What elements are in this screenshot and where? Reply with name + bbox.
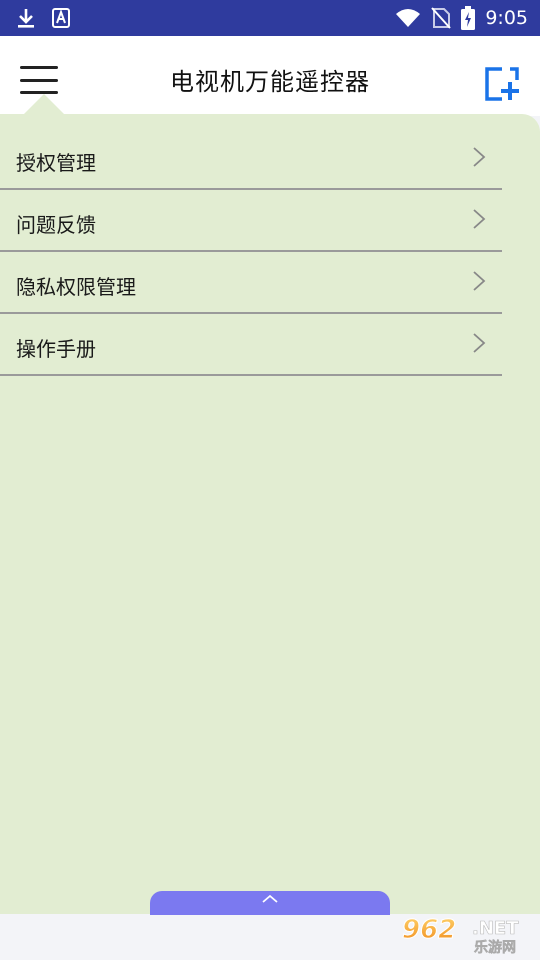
chevron-right-icon <box>472 146 486 172</box>
menu-item-feedback[interactable]: 问题反馈 <box>0 190 502 252</box>
chevron-right-icon <box>472 208 486 234</box>
watermark-logo: 962 .NET 乐游网 <box>398 910 538 957</box>
chevron-right-icon <box>472 270 486 296</box>
status-bar: 9:05 <box>0 0 540 36</box>
battery-charging-icon <box>461 6 476 30</box>
add-device-icon[interactable] <box>484 66 520 102</box>
page-title: 电视机万能遥控器 <box>170 68 370 96</box>
chevron-up-icon <box>260 891 280 915</box>
watermark-cn: 乐游网 <box>474 939 516 956</box>
side-drawer: 授权管理 问题反馈 隐私权限管理 操作手册 <box>0 114 540 914</box>
menu-item-user-manual[interactable]: 操作手册 <box>0 314 502 376</box>
status-time: 9:05 <box>485 7 528 29</box>
text-a-icon <box>52 8 70 28</box>
watermark-number: 962 <box>402 915 456 945</box>
menu-item-label: 隐私权限管理 <box>16 274 136 299</box>
menu-item-authorization[interactable]: 授权管理 <box>0 128 502 190</box>
watermark-suffix: .NET <box>472 918 519 939</box>
menu-item-label: 操作手册 <box>16 336 96 361</box>
bottom-expand-handle[interactable] <box>150 891 390 915</box>
menu-item-privacy-permissions[interactable]: 隐私权限管理 <box>0 252 502 314</box>
app-header: 电视机万能遥控器 <box>0 36 540 116</box>
download-icon <box>16 7 36 29</box>
menu-item-label: 授权管理 <box>16 150 96 175</box>
no-sim-icon <box>431 7 452 29</box>
drawer-pointer <box>22 94 66 116</box>
menu-item-label: 问题反馈 <box>16 212 96 237</box>
drawer-menu-list: 授权管理 问题反馈 隐私权限管理 操作手册 <box>0 128 502 376</box>
chevron-right-icon <box>472 332 486 358</box>
wifi-icon <box>395 8 421 28</box>
